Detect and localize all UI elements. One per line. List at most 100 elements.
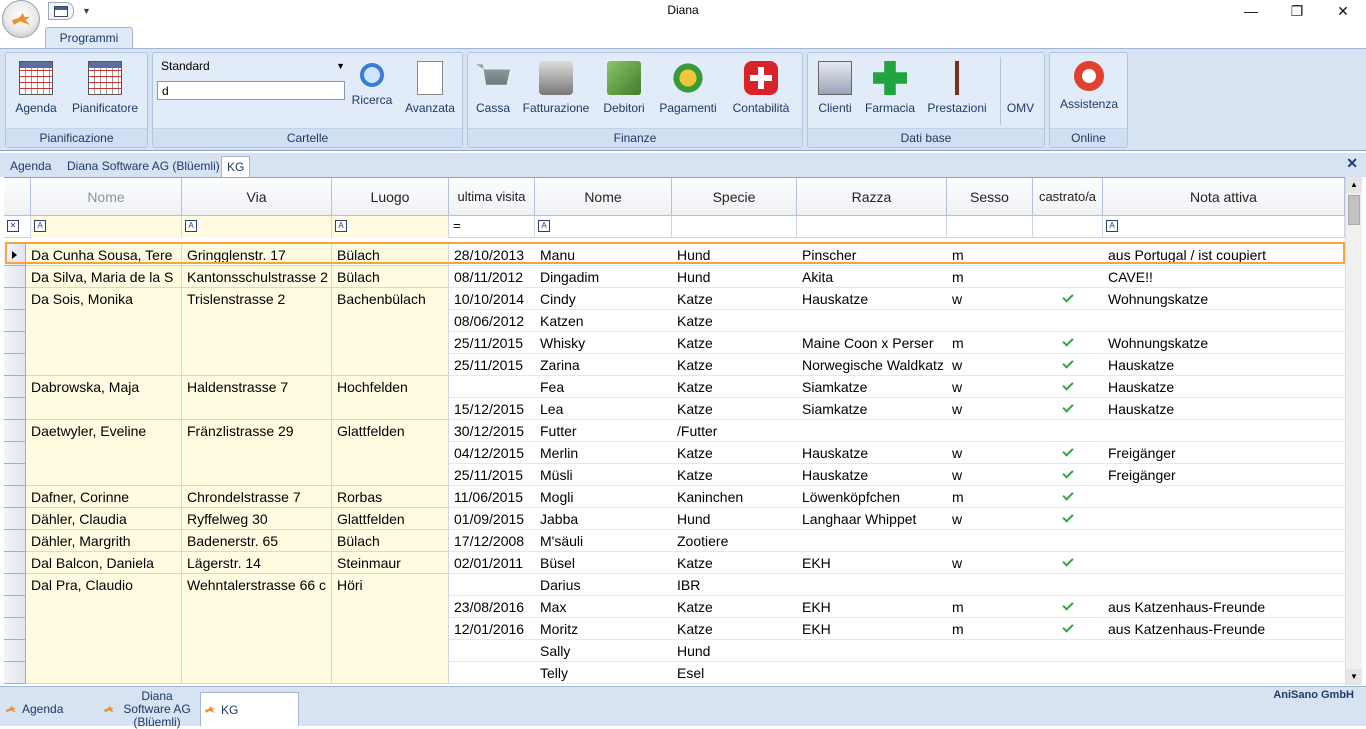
cell-nota[interactable]: aus Portugal / ist coupiert [1103, 244, 1345, 266]
cell-sesso[interactable] [947, 574, 1033, 596]
owner-via[interactable]: Lägerstr. 14 [182, 552, 332, 574]
avanzata-button[interactable]: Avanzata [403, 57, 457, 125]
cell-nome[interactable]: Darius [535, 574, 672, 596]
cell-specie[interactable]: Hund [672, 266, 797, 288]
fatturazione-button[interactable]: Fatturazione [520, 57, 592, 125]
row-indicator[interactable] [4, 442, 26, 464]
owner-luogo[interactable]: Bachenbülach [332, 288, 449, 376]
cell-sesso[interactable] [947, 310, 1033, 332]
cell-razza[interactable]: Hauskatze [797, 442, 947, 464]
cell-sesso[interactable]: m [947, 244, 1033, 266]
cell-castrato[interactable] [1033, 552, 1103, 574]
cell-razza[interactable]: Norwegische Waldkatz [797, 354, 947, 376]
cell-castrato[interactable] [1033, 530, 1103, 552]
cell-sesso[interactable] [947, 640, 1033, 662]
pianificatore-button[interactable]: Pianificatore [68, 57, 142, 125]
cell-nome[interactable]: Mogli [535, 486, 672, 508]
cell-sesso[interactable]: m [947, 332, 1033, 354]
cell-ultima[interactable]: 08/11/2012 [449, 266, 535, 288]
cell-ultima[interactable]: 17/12/2008 [449, 530, 535, 552]
doc-tab-kg[interactable]: KG [221, 156, 251, 177]
owner-via[interactable]: Badenerstr. 65 [182, 530, 332, 552]
cell-castrato[interactable] [1033, 354, 1103, 376]
cell-nota[interactable] [1103, 662, 1345, 684]
col-via[interactable]: Via [182, 178, 332, 216]
cell-nome[interactable]: Lea [535, 398, 672, 420]
cell-ultima[interactable]: 04/12/2015 [449, 442, 535, 464]
owner-via[interactable]: Wehntalerstrasse 66 c [182, 574, 332, 684]
filter-ultima[interactable]: = [449, 216, 535, 238]
cell-nota[interactable]: Wohnungskatze [1103, 332, 1345, 354]
cell-nome[interactable]: Merlin [535, 442, 672, 464]
agenda-button[interactable]: Agenda [10, 57, 62, 125]
bottom-tab-kg[interactable]: KG [200, 692, 299, 726]
filter-sesso[interactable] [947, 216, 1033, 238]
owner-nome[interactable]: Da Sois, Monika [26, 288, 182, 376]
close-tab-icon[interactable]: ✕ [1346, 155, 1358, 172]
cell-nome[interactable]: Manu [535, 244, 672, 266]
cell-razza[interactable] [797, 420, 947, 442]
owner-nome[interactable]: Dabrowska, Maja [26, 376, 182, 420]
cell-nota[interactable]: Freigänger [1103, 464, 1345, 486]
col-razza[interactable]: Razza [797, 178, 947, 216]
cell-ultima[interactable]: 23/08/2016 [449, 596, 535, 618]
owner-nome[interactable]: Dal Pra, Claudio [26, 574, 182, 684]
owner-via[interactable]: Fränzlistrasse 29 [182, 420, 332, 486]
cell-nota[interactable]: aus Katzenhaus-Freunde [1103, 596, 1345, 618]
col-luogo[interactable]: Luogo [332, 178, 449, 216]
cell-castrato[interactable] [1033, 376, 1103, 398]
cell-specie[interactable]: Katze [672, 442, 797, 464]
omv-button[interactable]: OMV [1000, 57, 1040, 125]
cell-castrato[interactable] [1033, 486, 1103, 508]
cell-ultima[interactable] [449, 640, 535, 662]
filter-clear-cell[interactable]: ✕ [4, 216, 31, 238]
cell-nota[interactable] [1103, 420, 1345, 442]
row-indicator[interactable] [4, 530, 26, 552]
cell-razza[interactable]: Pinscher [797, 244, 947, 266]
cell-castrato[interactable] [1033, 508, 1103, 530]
row-indicator[interactable] [4, 662, 26, 684]
cell-specie[interactable]: Katze [672, 354, 797, 376]
cell-nome[interactable]: Fea [535, 376, 672, 398]
cell-specie[interactable]: Hund [672, 508, 797, 530]
cell-nome[interactable]: Jabba [535, 508, 672, 530]
cell-nota[interactable]: CAVE!! [1103, 266, 1345, 288]
owner-via[interactable]: Chrondelstrasse 7 [182, 486, 332, 508]
cell-ultima[interactable]: 01/09/2015 [449, 508, 535, 530]
minimize-icon[interactable]: — [1228, 0, 1274, 22]
cell-nota[interactable] [1103, 530, 1345, 552]
prestazioni-button[interactable]: Prestazioni [924, 57, 990, 125]
cell-ultima[interactable]: 08/06/2012 [449, 310, 535, 332]
cell-ultima[interactable]: 30/12/2015 [449, 420, 535, 442]
cell-castrato[interactable] [1033, 640, 1103, 662]
cell-specie[interactable]: Katze [672, 376, 797, 398]
cell-specie[interactable]: Hund [672, 244, 797, 266]
row-indicator[interactable] [4, 574, 26, 596]
clienti-button[interactable]: Clienti [812, 57, 858, 125]
bottom-tab-diana[interactable]: Diana Software AG (Blüemli) [100, 689, 198, 728]
cell-razza[interactable]: EKH [797, 596, 947, 618]
cell-ultima[interactable]: 12/01/2016 [449, 618, 535, 640]
cell-sesso[interactable]: w [947, 354, 1033, 376]
owner-luogo[interactable]: Glattfelden [332, 508, 449, 530]
contabilita-button[interactable]: Contabilità [726, 57, 796, 125]
cell-castrato[interactable] [1033, 464, 1103, 486]
cell-nota[interactable] [1103, 574, 1345, 596]
restore-icon[interactable]: ❐ [1274, 0, 1320, 22]
cell-nome[interactable]: Cindy [535, 288, 672, 310]
row-indicator[interactable] [4, 420, 26, 442]
cell-specie[interactable]: Katze [672, 618, 797, 640]
row-indicator[interactable] [4, 266, 26, 288]
cell-nome[interactable]: Futter [535, 420, 672, 442]
cell-specie[interactable]: Katze [672, 310, 797, 332]
cell-specie[interactable]: IBR [672, 574, 797, 596]
cell-razza[interactable]: Löwenköpfchen [797, 486, 947, 508]
pagamenti-button[interactable]: Pagamenti [656, 57, 720, 125]
cell-sesso[interactable]: w [947, 288, 1033, 310]
cell-ultima[interactable]: 10/10/2014 [449, 288, 535, 310]
cell-castrato[interactable] [1033, 420, 1103, 442]
cell-sesso[interactable] [947, 420, 1033, 442]
row-indicator[interactable] [4, 244, 26, 266]
cell-nota[interactable]: Hauskatze [1103, 398, 1345, 420]
cell-razza[interactable]: Maine Coon x Perser [797, 332, 947, 354]
